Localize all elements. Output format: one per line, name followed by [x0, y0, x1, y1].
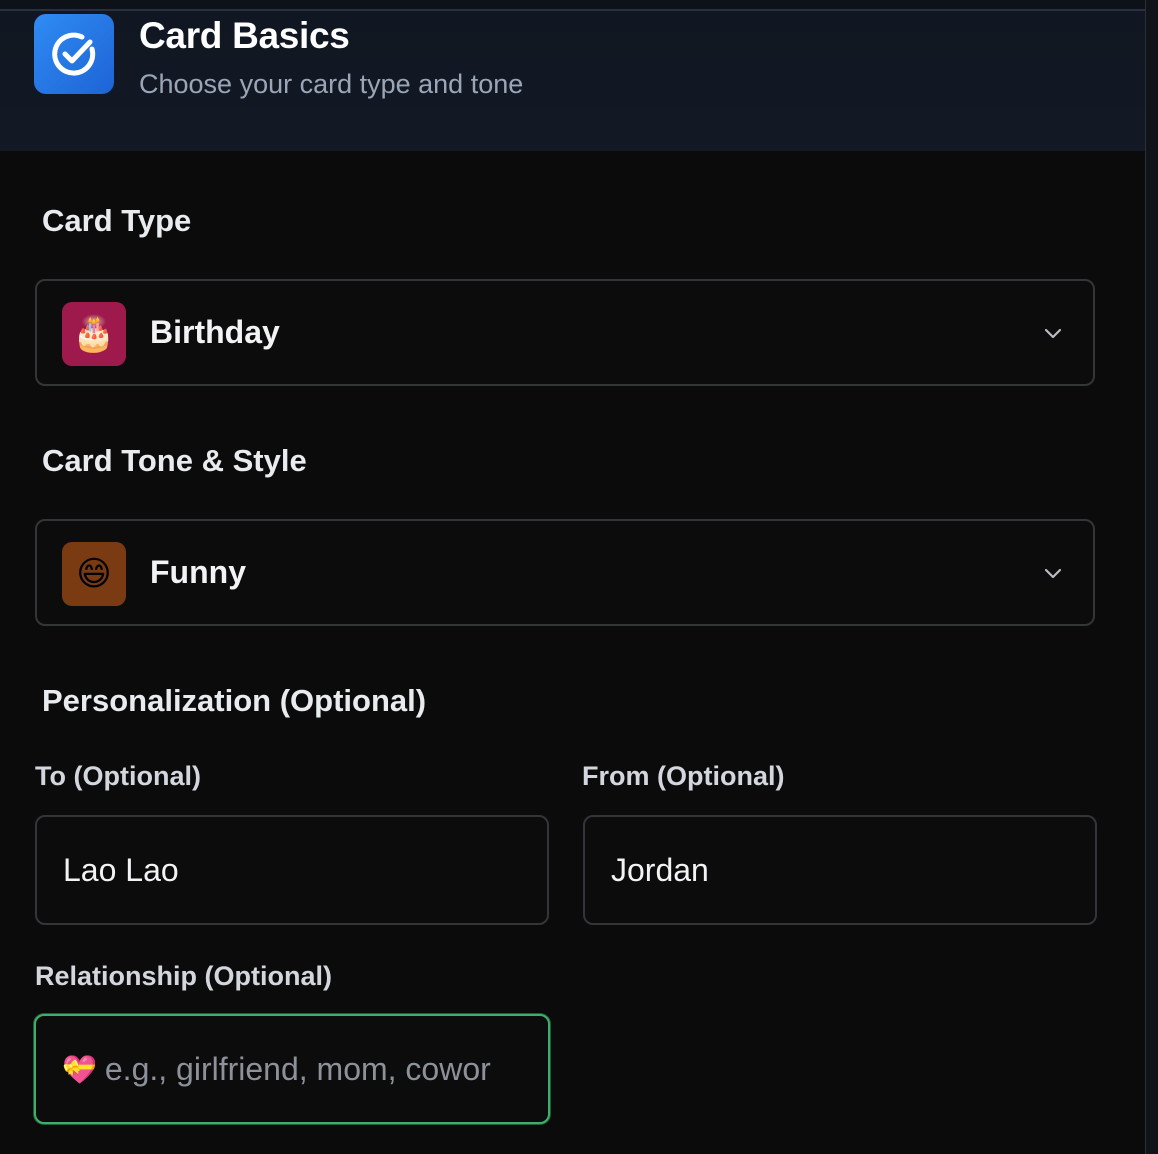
relationship-placeholder: e.g., girlfriend, mom, cowor [104, 1050, 491, 1087]
to-field[interactable]: Lao Lao [35, 815, 549, 925]
from-field-value: Jordan [611, 851, 709, 888]
to-field-label: To (Optional) [35, 761, 201, 791]
page-subtitle: Choose your card type and tone [139, 69, 524, 99]
scrollbar[interactable] [1145, 0, 1158, 1154]
grin-face-icon: 😄 [62, 542, 126, 606]
card-tone-value: Funny [150, 554, 246, 590]
page-title: Card Basics [139, 15, 350, 56]
check-circle-icon [34, 14, 114, 94]
card-type-value: Birthday [150, 314, 280, 350]
personalization-heading: Personalization (Optional) [42, 683, 427, 718]
relationship-field[interactable]: 💝 e.g., girlfriend, mom, cowor [34, 1014, 550, 1124]
to-field-value: Lao Lao [63, 851, 179, 888]
relationship-field-label: Relationship (Optional) [35, 961, 332, 991]
section-header: Card Basics Choose your card type and to… [0, 11, 1146, 151]
from-field-label: From (Optional) [582, 761, 785, 791]
cake-icon: 🎂 [62, 302, 126, 366]
card-type-select[interactable]: 🎂 Birthday [35, 279, 1095, 386]
card-tone-select[interactable]: 😄 Funny [35, 519, 1095, 626]
card-tone-label: Card Tone & Style [42, 443, 307, 478]
heart-gift-icon: 💝 [62, 1053, 97, 1085]
from-field[interactable]: Jordan [583, 815, 1097, 925]
card-basics-panel: Card Basics Choose your card type and to… [0, 0, 1158, 1154]
chevron-down-icon [1044, 328, 1062, 339]
card-type-label: Card Type [42, 203, 192, 238]
top-border [0, 0, 1146, 11]
chevron-down-icon [1044, 568, 1062, 579]
